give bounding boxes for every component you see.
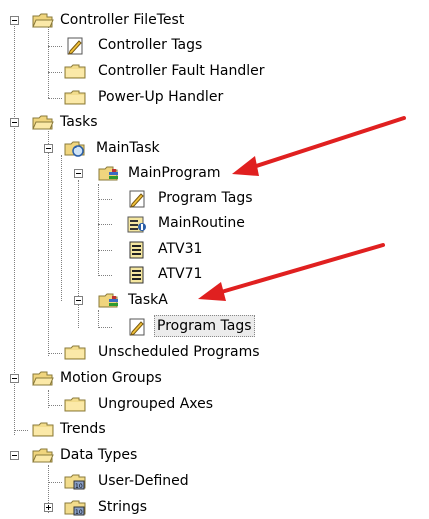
open-folder-icon (32, 447, 54, 465)
tree-item-label: MainProgram (128, 165, 221, 181)
tree-guide-line (48, 482, 62, 483)
tree-guide-line (48, 405, 62, 406)
tree-item-label: Controller Fault Handler (98, 63, 265, 79)
tag-document-icon (126, 190, 148, 208)
open-folder-icon (32, 12, 54, 30)
folder-icon (32, 421, 54, 439)
tree-guide-line (98, 250, 112, 251)
collapse-toggle-controller[interactable] (10, 16, 19, 25)
tree-guide-line (48, 46, 62, 47)
tree-item-label: Trends (60, 421, 106, 437)
task-cycle-icon (64, 140, 86, 158)
tree-guide-line (98, 184, 99, 276)
tree-item-label: Strings (98, 499, 148, 515)
tree-guide-line (14, 430, 28, 431)
tree-item-label: ATV31 (158, 241, 203, 257)
program-icon (98, 165, 120, 183)
tree-guide-line (78, 180, 79, 328)
routine-icon (126, 266, 148, 284)
tree-guide-line (61, 155, 62, 301)
collapse-toggle-data-types[interactable] (10, 451, 19, 460)
folder-icon (64, 344, 86, 362)
tree-item-label: MainTask (96, 140, 160, 156)
tree-item-label: MainRoutine (158, 215, 245, 231)
folder-icon (64, 396, 86, 414)
open-folder-icon (32, 370, 54, 388)
tree-guide-line (98, 199, 112, 200)
tree-item-label: Controller FileTest (60, 12, 185, 28)
tree-guide-line (48, 26, 49, 98)
tree-item-label: Ungrouped Axes (98, 396, 214, 412)
tree-guide-line (98, 224, 112, 225)
tree-guide-line (48, 72, 62, 73)
tree-item-label: Unscheduled Programs (98, 344, 260, 360)
data-type-icon (64, 499, 86, 517)
data-type-icon (64, 473, 86, 491)
tag-document-icon (126, 318, 148, 336)
tree-item-label: Motion Groups (60, 370, 162, 386)
tree-guide-line (98, 310, 99, 328)
tree-guide-line (98, 327, 112, 328)
tree-guide-line (98, 275, 112, 276)
open-folder-icon (32, 114, 54, 132)
tree-item-label: Data Types (60, 447, 138, 463)
tag-document-icon (64, 37, 86, 55)
tree-item-label: Tasks (60, 114, 98, 130)
collapse-toggle-tasks[interactable] (10, 118, 19, 127)
tree-item-label: User-Defined (98, 473, 189, 489)
tree-item-label: Program Tags (154, 315, 255, 337)
tree-guide-line (48, 131, 49, 356)
routine-icon (126, 241, 148, 259)
tree-item-label: Controller Tags (98, 37, 203, 53)
controller-organizer-tree: Controller FileTest Controller Tags Cont… (0, 0, 429, 513)
program-icon (98, 292, 120, 310)
collapse-toggle-maintask[interactable] (44, 144, 53, 153)
main-routine-icon (126, 215, 148, 233)
collapse-toggle-mainprogram[interactable] (74, 169, 83, 178)
tree-item-label: Power-Up Handler (98, 89, 224, 105)
folder-icon (64, 63, 86, 81)
collapse-toggle-taska[interactable] (74, 296, 83, 305)
folder-icon (64, 89, 86, 107)
tree-item-label: ATV71 (158, 266, 203, 282)
tree-guide-line (48, 353, 62, 354)
tree-item-label: TaskA (128, 292, 168, 308)
tree-guide-line (48, 98, 62, 99)
expand-toggle-strings[interactable] (44, 503, 53, 512)
tree-item-label: Program Tags (158, 190, 253, 206)
collapse-toggle-motion-groups[interactable] (10, 374, 19, 383)
